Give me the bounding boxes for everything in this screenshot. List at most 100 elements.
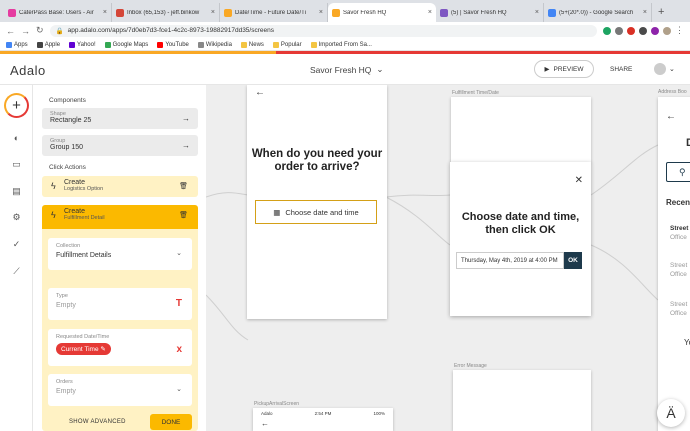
extension-icon[interactable] (615, 26, 623, 35)
browser-tab-active[interactable]: Savor Fresh HQ × (328, 3, 436, 22)
properties-panel: Components Shape Rectangle 25 → Group Gr… (33, 85, 206, 431)
close-icon[interactable]: ✕ (575, 175, 583, 186)
arrival-screen[interactable]: ← When do you need your order to arrive?… (247, 85, 387, 319)
bookmark-item[interactable]: Wikipedia (197, 41, 232, 48)
shape-item[interactable]: Shape Rectangle 25 → (42, 108, 198, 129)
back-arrow-icon[interactable]: ← (6, 26, 15, 36)
done-button[interactable]: DONE (150, 414, 192, 430)
extensions: ⋮ (603, 25, 684, 36)
extension-icon[interactable] (639, 26, 647, 35)
arrow-right-icon: → (182, 141, 190, 150)
bottom-text: Yo (684, 338, 690, 347)
analytics-icon[interactable]: ⟋ (11, 266, 22, 277)
forward-arrow-icon[interactable]: → (21, 26, 30, 36)
datetime-input[interactable]: Thursday, May 4th, 2019 at 4:00 PM (456, 252, 564, 269)
bookmark-item[interactable]: Apple (36, 41, 60, 48)
extension-icon[interactable] (651, 26, 659, 35)
menu-dots-icon[interactable]: ⋮ (675, 25, 684, 36)
bookmark-item[interactable]: Popular (272, 41, 302, 48)
close-icon[interactable]: × (319, 9, 323, 16)
magic-text-icon[interactable]: x (176, 344, 182, 355)
chevron-down-icon: ⌄ (669, 66, 675, 73)
bookmark-item[interactable]: Imported From Sa... (310, 41, 372, 48)
tab-title: CaterPass Base: Users - Air (19, 9, 94, 16)
group-item[interactable]: Group Group 150 → (42, 135, 198, 156)
trash-icon[interactable]: 🗑 (179, 211, 188, 219)
close-icon[interactable]: × (103, 9, 107, 16)
click-actions-heading: Click Actions (49, 164, 86, 171)
datetime-modal[interactable]: ✕ Choose date and time, then click OK Th… (450, 162, 591, 316)
magic-text-icon[interactable]: T (176, 298, 182, 309)
lightning-icon: ϟ (51, 181, 56, 191)
checks-icon[interactable]: ✓ (11, 239, 22, 250)
screens-icon[interactable]: ▭ (11, 159, 22, 170)
bookmark-item[interactable]: Apps (6, 41, 28, 48)
location-pin-icon[interactable]: ⚲ (666, 162, 690, 182)
tab-title: Date/Time - Future Date/Ti (235, 9, 306, 16)
youtube-icon (157, 41, 164, 48)
share-button[interactable]: SHARE (610, 66, 632, 73)
url-text: app.adalo.com/apps/7d0eb7d3-fce1-4c2c-89… (67, 27, 274, 34)
address-book-screen[interactable]: ← D ⚲ Recen Street Office Street Office St… (658, 97, 690, 431)
ok-button[interactable]: OK (564, 252, 582, 269)
back-arrow-icon[interactable]: ← (255, 87, 265, 98)
collection-select[interactable]: Collection Fulfillment Details ⌄ (48, 238, 192, 270)
close-icon[interactable]: × (428, 9, 432, 16)
browser-tab[interactable]: CaterPass Base: Users - Air × (4, 3, 112, 22)
close-icon[interactable]: × (211, 9, 215, 16)
close-icon[interactable]: × (643, 9, 647, 16)
adalo-logo[interactable]: Adalo (10, 63, 46, 78)
bookmark-item[interactable]: News (240, 41, 264, 48)
status-bar: Adalo 2:54 PM 100% (261, 411, 385, 416)
profile-avatar[interactable] (663, 26, 671, 35)
extension-icon[interactable] (603, 26, 611, 35)
bookmarks-bar: Apps Apple Yahoo! Google Maps YouTube Wi… (0, 39, 690, 51)
back-arrow-icon[interactable]: ← (261, 419, 269, 428)
bookmark-item[interactable]: Yahoo! (69, 41, 96, 48)
bookmark-item[interactable]: Google Maps (104, 41, 148, 48)
account-menu[interactable]: ⌄ (654, 63, 675, 75)
fulfillment-screen[interactable] (451, 97, 591, 163)
close-icon[interactable]: × (535, 9, 539, 16)
back-arrow-icon[interactable]: ← (666, 111, 676, 122)
new-tab-button[interactable]: + (652, 3, 670, 22)
tab-title: (5) | Savor Fresh HQ (451, 9, 507, 16)
address-item[interactable]: Street Office (670, 261, 687, 279)
orders-select[interactable]: Orders Empty ⌄ (48, 374, 192, 406)
database-icon[interactable]: ▤ (11, 186, 22, 197)
address-item[interactable]: Street Office (670, 300, 687, 318)
choose-date-time-button[interactable]: ▦ Choose date and time (255, 200, 377, 224)
screen-label: PickupArrivalScreen (254, 401, 300, 407)
error-message-screen[interactable] (453, 370, 591, 431)
browser-tab[interactable]: (5+(20*.0)) - Google Search × (544, 3, 652, 22)
pickup-arrival-screen[interactable]: Adalo 2:54 PM 100% ← (253, 408, 393, 431)
gear-icon[interactable]: ⚙ (11, 212, 22, 223)
arrival-question: When do you need your order to arrive? (251, 148, 383, 173)
type-label: Type (56, 293, 68, 299)
url-field[interactable]: 🔒 app.adalo.com/apps/7d0eb7d3-fce1-4c2c-8… (49, 24, 597, 37)
action-create-logistics[interactable]: ϟ Create Logistics Option 🗑 (42, 176, 198, 197)
add-component-button[interactable]: + (4, 93, 29, 118)
browser-tab[interactable]: Date/Time - Future Date/Ti × (220, 3, 328, 22)
action-subtitle: Fulfillment Detail (64, 215, 105, 221)
action-title: Create (64, 179, 86, 186)
requested-datetime-field[interactable]: Requested Date/Time Current Time ✎ x (48, 329, 192, 366)
extension-icon[interactable] (627, 26, 635, 35)
project-switcher[interactable]: Savor Fresh HQ ⌄ (310, 64, 384, 75)
tab-favicon-icon (224, 8, 232, 17)
screen-label: Error Message (454, 363, 487, 369)
help-button[interactable]: Ä (657, 399, 685, 427)
reload-icon[interactable]: ↻ (36, 25, 44, 36)
address-item[interactable]: Street Office (670, 224, 688, 242)
palette-icon[interactable]: ◐ (11, 133, 22, 144)
current-time-chip[interactable]: Current Time ✎ (56, 343, 111, 355)
browser-tab[interactable]: Inbox (65,153) - jeff.binkow × (112, 3, 220, 22)
type-field[interactable]: Type Empty T (48, 288, 192, 320)
browser-tab[interactable]: (5) | Savor Fresh HQ × (436, 3, 544, 22)
show-advanced-button[interactable]: SHOW ADVANCED (69, 419, 126, 425)
screens-canvas[interactable]: ← When do you need your order to arrive?… (206, 85, 690, 431)
action-create-fulfillment[interactable]: ϟ Create Fulfillment Detail 🗑 (42, 205, 198, 229)
trash-icon[interactable]: 🗑 (179, 182, 188, 190)
bookmark-item[interactable]: YouTube (157, 41, 189, 48)
preview-button[interactable]: ▶ PREVIEW (534, 60, 594, 78)
